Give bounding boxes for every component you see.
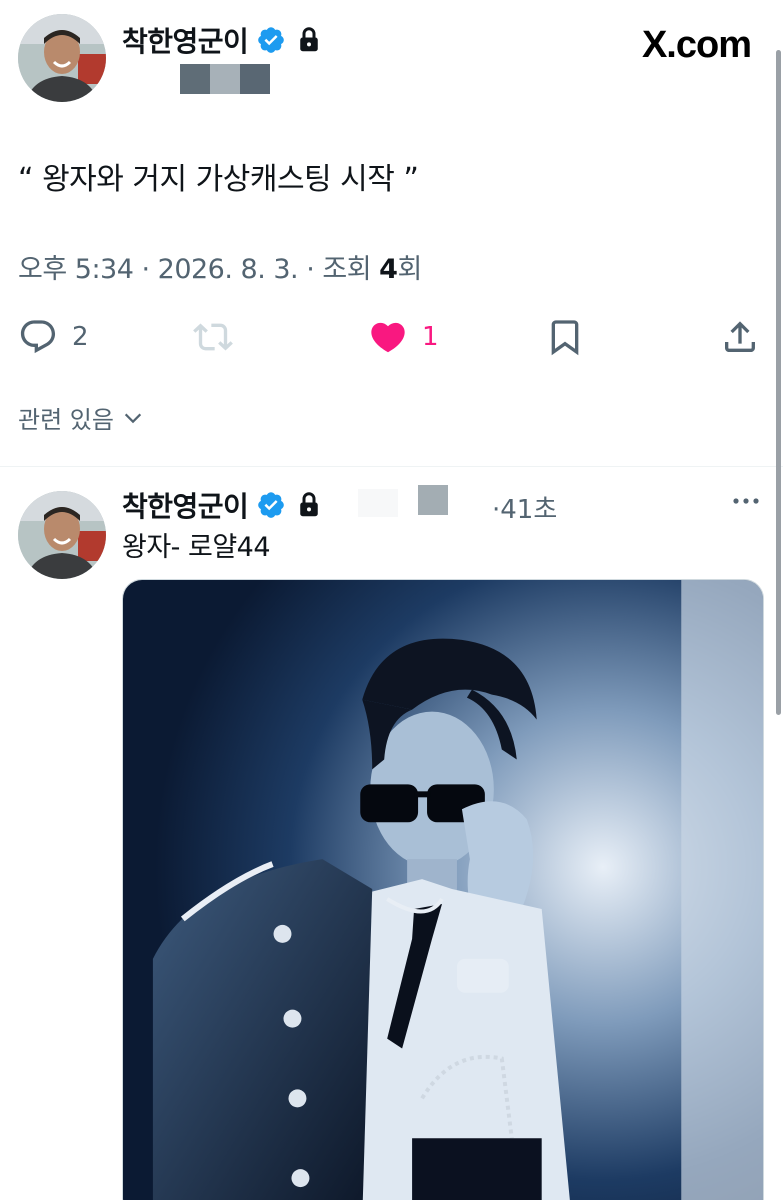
verified-badge-icon [256, 25, 286, 55]
lock-icon [294, 490, 324, 520]
lock-icon [294, 25, 324, 55]
avatar[interactable] [18, 14, 106, 102]
blurred-handle [418, 485, 448, 515]
blurred-handle [210, 64, 240, 94]
reply-icon [20, 320, 56, 354]
reply-text: 왕자- 로얄44 [122, 532, 271, 563]
reply-tweet[interactable]: 착한영군이 ·41초 왕자- 로얄44 [0, 467, 783, 1200]
view-count: 4 [379, 254, 398, 285]
blurred-handle [180, 64, 210, 94]
main-tweet: 착한영군이 X.com “ 왕자와 거지 가상캐스팅 시작 ” 오후 5:34 … [0, 0, 783, 466]
retweet-icon [193, 323, 233, 351]
like-button[interactable]: 1 [368, 310, 439, 364]
related-label: 관련 있음 [18, 406, 114, 434]
like-count: 1 [422, 322, 439, 352]
reply-count: 2 [72, 322, 89, 352]
retweet-button[interactable] [193, 310, 247, 364]
reply-button[interactable]: 2 [18, 310, 89, 364]
scrollbar[interactable] [776, 50, 781, 715]
attached-photo[interactable] [122, 579, 764, 1200]
tweet-meta: 오후 5:34 · 2026. 8. 3. · 조회 4회 [18, 247, 422, 286]
chevron-down-icon [124, 413, 142, 423]
reply-author-name-row[interactable]: 착한영군이 [122, 485, 324, 525]
author-name-row[interactable]: 착한영군이 [122, 20, 324, 60]
author-display-name[interactable]: 착한영군이 [122, 20, 249, 60]
tweet-timestamp[interactable]: 오후 5:34 · 2026. 8. 3. · 조회 [18, 254, 379, 285]
site-logo: X.com [641, 24, 752, 66]
share-icon [725, 321, 755, 352]
blurred-handle [240, 64, 270, 94]
action-bar: 2 1 [0, 310, 783, 364]
reply-timestamp[interactable]: ·41초 [492, 489, 557, 526]
reply-author-display-name[interactable]: 착한영군이 [122, 485, 249, 525]
tweet-text: “ 왕자와 거지 가상캐스팅 시작 ” [18, 162, 419, 197]
more-icon[interactable] [731, 489, 761, 513]
related-toggle[interactable]: 관련 있음 [18, 400, 144, 435]
blurred-handle [358, 489, 398, 517]
bookmark-icon [551, 320, 579, 356]
avatar[interactable] [18, 491, 106, 579]
view-suffix: 회 [397, 254, 422, 285]
heart-icon [371, 322, 405, 353]
share-button[interactable] [720, 310, 760, 364]
bookmark-button[interactable] [545, 310, 585, 364]
verified-badge-icon [256, 490, 286, 520]
